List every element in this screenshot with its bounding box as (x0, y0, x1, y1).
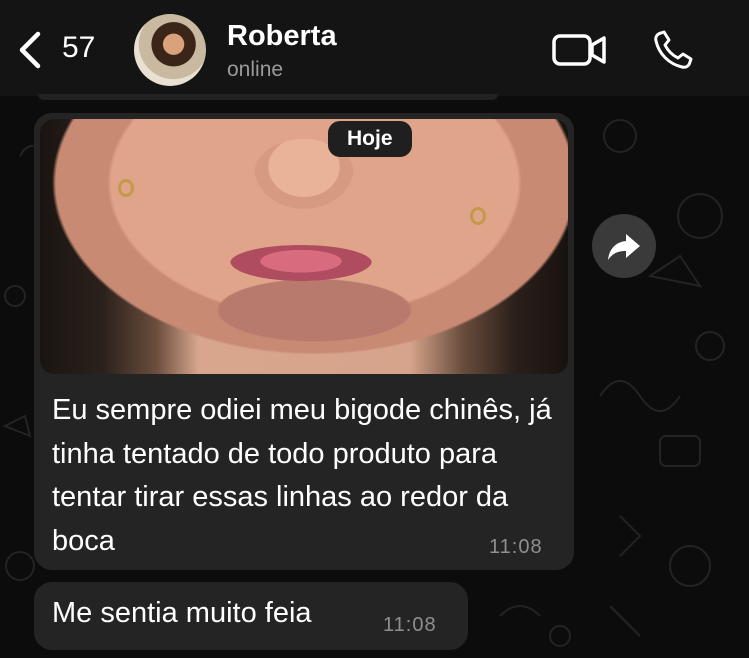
phone-icon[interactable] (651, 28, 695, 72)
message-time: 11:08 (383, 614, 437, 636)
date-divider: Hoje (328, 121, 412, 157)
photo-lips (230, 245, 372, 281)
message-bubble-text[interactable]: Me sentia muito feia 11:08 (34, 582, 468, 650)
chat-header: 57 Roberta online (0, 0, 749, 96)
forward-button[interactable] (592, 214, 656, 278)
message-bubble-image[interactable]: Eu sempre odiei meu bigode chinês, já ti… (34, 113, 574, 570)
video-camera-icon[interactable] (551, 30, 607, 70)
share-arrow-icon (608, 234, 640, 260)
photo-earring (118, 179, 134, 197)
message-time: 11:08 (489, 536, 543, 558)
message-text: Me sentia muito feia (52, 597, 312, 629)
contact-name[interactable]: Roberta (227, 20, 337, 53)
photo-earring (470, 207, 486, 225)
previous-message-bubble (38, 94, 498, 100)
message-photo[interactable] (40, 119, 568, 374)
avatar[interactable] (134, 14, 206, 86)
contact-status: online (227, 58, 284, 81)
message-caption: Eu sempre odiei meu bigode chinês, já ti… (52, 394, 552, 557)
unread-count[interactable]: 57 (62, 31, 95, 65)
chevron-left-icon[interactable] (14, 30, 48, 70)
